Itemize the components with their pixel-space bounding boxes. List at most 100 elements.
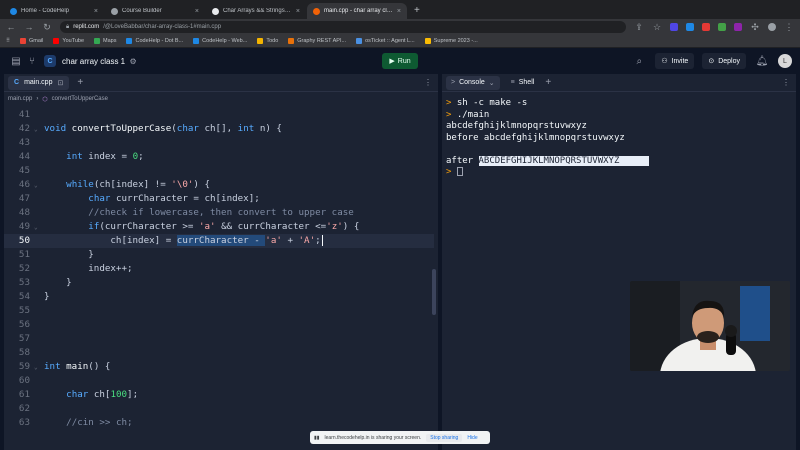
url-host: replit.com xyxy=(73,24,100,30)
add-tab-icon[interactable]: + xyxy=(545,77,551,88)
tab-shell[interactable]: ≡ Shell xyxy=(506,76,540,90)
repl-tree-icon[interactable]: ⑂ xyxy=(24,56,40,67)
code-line[interactable]: 52 index++; xyxy=(4,262,434,276)
editor-menu-icon[interactable]: ⋮ xyxy=(424,78,432,87)
chevron-right-icon: › xyxy=(36,96,39,102)
close-tab-icon[interactable]: × xyxy=(94,8,98,15)
bookmark-item[interactable]: CodeHelp - Web... xyxy=(193,38,247,44)
console-cursor[interactable] xyxy=(456,167,463,176)
extension-icon[interactable] xyxy=(702,23,710,31)
bookmark-item[interactable]: Todo xyxy=(257,38,278,44)
code-line[interactable]: 49 ⌄ if(currCharacter >= 'a' && currChara… xyxy=(4,220,434,234)
editor-scrollbar[interactable] xyxy=(432,269,436,315)
console-menu-icon[interactable]: ⋮ xyxy=(782,78,790,87)
browser-tab-label: Home - CodeHelp xyxy=(21,8,70,14)
repl-settings-icon[interactable]: ⚙︎ xyxy=(125,57,141,66)
console-text: before abcdefghijklmnopqrstuvwxyz xyxy=(446,132,625,143)
code-line[interactable]: 46 ⌄ while(ch[index] != '\0') { xyxy=(4,178,434,192)
browser-tab[interactable]: Course Builder × xyxy=(105,3,205,19)
bookmark-item[interactable]: Gmail xyxy=(20,38,43,44)
bookmark-item[interactable]: CodeHelp - Dot B... xyxy=(126,38,183,44)
invite-button[interactable]: ⚇ Invite xyxy=(655,53,695,69)
deploy-button[interactable]: ⊙ Deploy xyxy=(702,53,746,69)
code-line[interactable]: 59 ⌄ int main() { xyxy=(4,360,434,374)
code-line[interactable]: 60 xyxy=(4,374,434,388)
close-tab-icon[interactable]: × xyxy=(397,8,401,15)
code-line[interactable]: 57 xyxy=(4,332,434,346)
code-line[interactable]: 61 char ch[100]; xyxy=(4,388,434,402)
hide-button[interactable]: Hide xyxy=(467,435,477,441)
tab-main-cpp[interactable]: C main.cpp ⊡ xyxy=(8,75,70,90)
console-output[interactable]: > sh -c make -s > ./main abcdefghijklmnopq… xyxy=(442,92,796,185)
extension-icon[interactable] xyxy=(734,23,742,31)
console-pane: > Console ⌄ ≡ Shell + ⋮ > sh -c make -s > ./mai… xyxy=(442,74,796,450)
close-tab-icon[interactable]: × xyxy=(296,8,300,15)
line-number: 55 xyxy=(18,305,30,316)
code-line[interactable]: 56 xyxy=(4,318,434,332)
fold-chevron-icon[interactable]: ⌄ xyxy=(34,123,44,137)
sidebar-toggle-icon[interactable]: ▤ xyxy=(8,56,24,67)
bookmark-star-icon[interactable]: ☆ xyxy=(652,22,662,33)
tab-console[interactable]: > Console ⌄ xyxy=(446,75,500,90)
browser-tab[interactable]: Char Arrays && Strings - L × xyxy=(206,3,306,19)
bell-icon[interactable]: 🔔︎ xyxy=(754,56,770,67)
code-line[interactable]: 42 ⌄ void convertToUpperCase(char ch[], in… xyxy=(4,122,434,136)
back-icon[interactable]: ← xyxy=(6,22,16,32)
new-tab-button[interactable]: + xyxy=(408,3,426,19)
menu-kebab-icon[interactable]: ⋮ xyxy=(784,22,794,33)
code-line[interactable]: 55 xyxy=(4,304,434,318)
puzzle-icon[interactable]: ✣ xyxy=(750,22,760,33)
code-line[interactable]: 51 } xyxy=(4,248,434,262)
code-line[interactable]: 45 xyxy=(4,164,434,178)
bookmark-item[interactable]: Supreme 2023 -... xyxy=(424,38,478,44)
code-token: char xyxy=(66,389,89,400)
code-line[interactable]: 44 int index = 0; xyxy=(4,150,434,164)
share-icon[interactable]: ⇪ xyxy=(634,22,644,33)
code-line[interactable]: 58 xyxy=(4,346,434,360)
extension-icon[interactable] xyxy=(718,23,726,31)
browser-tab[interactable]: main.cpp - char array class 1 - × xyxy=(307,3,407,19)
code-line[interactable]: 62 xyxy=(4,402,434,416)
code-line[interactable]: 53 } xyxy=(4,276,434,290)
bookmark-item[interactable]: YouTube xyxy=(53,38,84,44)
code-line[interactable]: 63 //cin >> ch; xyxy=(4,416,434,430)
browser-tab-label: main.cpp - char array class 1 - xyxy=(324,8,393,14)
extension-icon[interactable] xyxy=(670,23,678,31)
fold-chevron-icon[interactable]: ⌄ xyxy=(34,221,44,235)
avatar[interactable]: L xyxy=(778,54,792,68)
apps-grid-icon[interactable]: ⠿ xyxy=(6,38,10,44)
url-field[interactable]: 🔒︎ replit.com/@LoveBabbar/char-array-cla… xyxy=(60,21,626,33)
code-line[interactable]: 50 ch[index] = currCharacter - 'a' + 'A'… xyxy=(4,234,434,248)
bookmark-item[interactable]: Graphy REST API... xyxy=(288,38,346,44)
close-icon[interactable]: ⊡ xyxy=(57,79,63,87)
forward-icon[interactable]: → xyxy=(24,22,34,32)
code-line[interactable]: 43 xyxy=(4,136,434,150)
code-token: convertToUpperCase xyxy=(71,123,172,134)
fold-chevron-icon[interactable]: ⌄ xyxy=(34,361,44,375)
stop-sharing-button[interactable]: Stop sharing xyxy=(426,433,463,442)
close-tab-icon[interactable]: × xyxy=(195,8,199,15)
code-line[interactable]: 41 xyxy=(4,108,434,122)
search-icon[interactable]: ⌕ xyxy=(631,56,647,67)
browser-tab[interactable]: Home - CodeHelp × xyxy=(4,3,104,19)
extension-icon[interactable] xyxy=(686,23,694,31)
breadcrumb-file[interactable]: main.cpp xyxy=(8,96,32,102)
bookmark-item[interactable]: Maps xyxy=(94,38,116,44)
code-line[interactable]: 47 char currCharacter = ch[index]; xyxy=(4,192,434,206)
text-cursor xyxy=(321,235,323,246)
code-area[interactable]: 41 42 ⌄ void convertToUpperCase(char ch[], … xyxy=(4,106,438,450)
code-line[interactable]: 54} xyxy=(4,290,434,304)
profile-icon[interactable] xyxy=(768,23,776,31)
chevron-down-icon[interactable]: ⌄ xyxy=(489,79,495,87)
repl-language-logo: C xyxy=(44,55,56,67)
code-line[interactable]: 48 //check if lowercase, then convert to… xyxy=(4,206,434,220)
breadcrumb-symbol[interactable]: convertToUpperCase xyxy=(52,96,108,102)
repl-name[interactable]: char array class 1 xyxy=(62,57,125,66)
reload-icon[interactable]: ↻ xyxy=(42,22,52,33)
run-button[interactable]: ▶ Run xyxy=(382,53,418,69)
add-tab-icon[interactable]: + xyxy=(77,77,83,88)
bookmark-item[interactable]: osTicket :: Agent L... xyxy=(356,38,415,44)
fold-chevron-icon[interactable]: ⌄ xyxy=(34,179,44,193)
